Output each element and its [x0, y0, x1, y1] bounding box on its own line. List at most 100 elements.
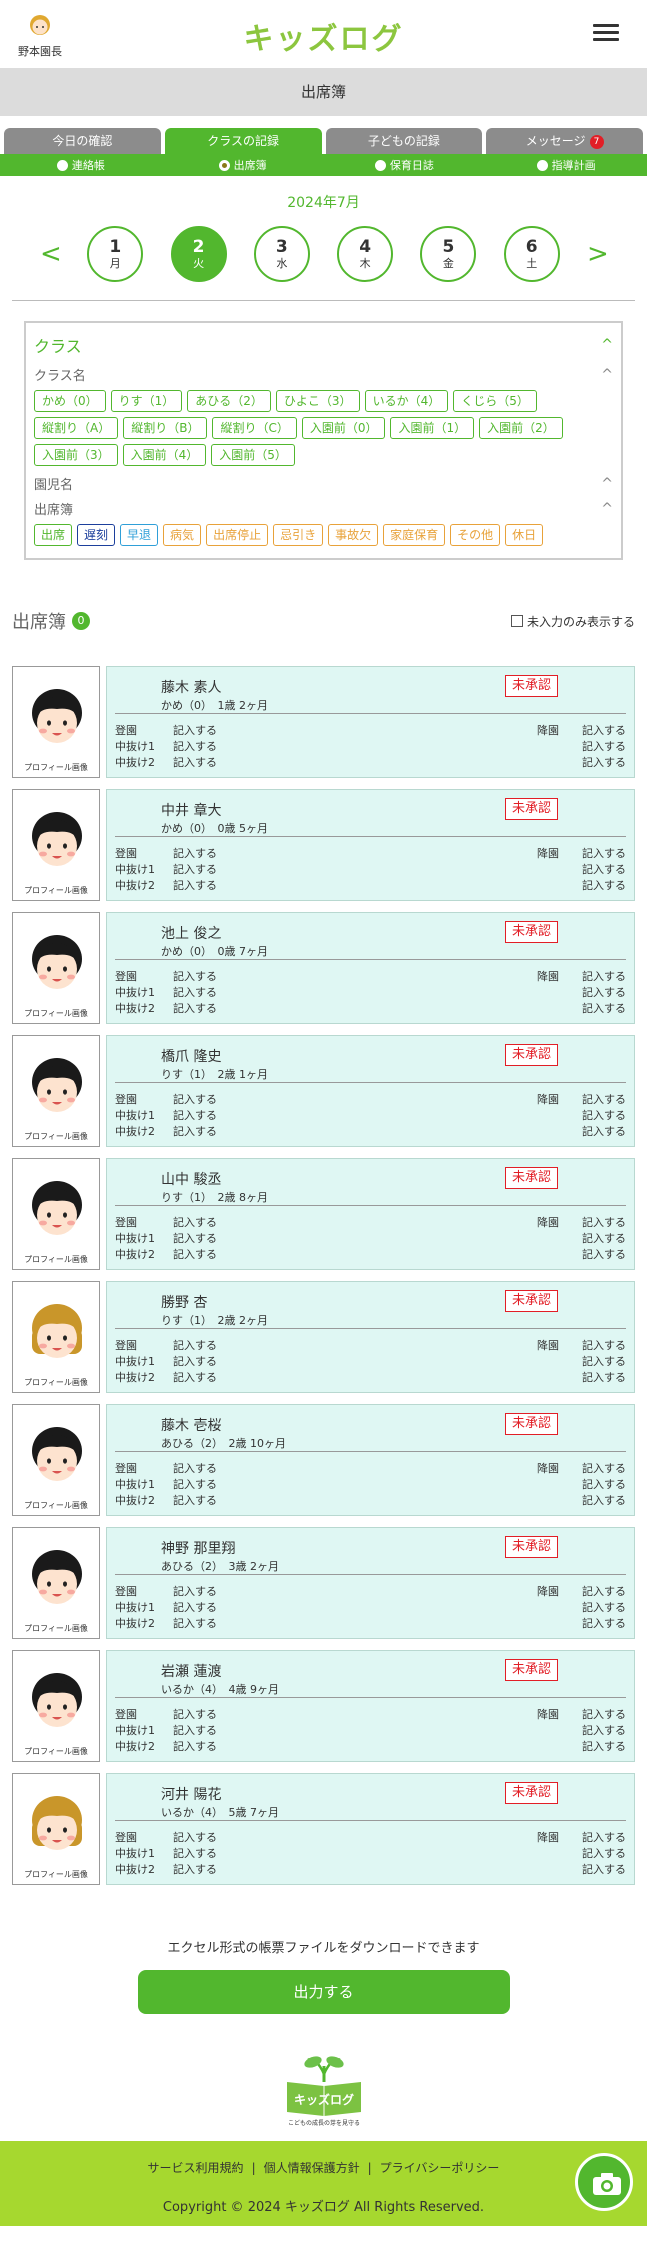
- out1-return-enter-link[interactable]: 記入する: [582, 1353, 626, 1369]
- out1-return-enter-link[interactable]: 記入する: [582, 1722, 626, 1738]
- class-chip[interactable]: 入園前（5）: [211, 444, 295, 466]
- class-chip[interactable]: 縦割り（A）: [34, 417, 119, 439]
- arrive-enter-link[interactable]: 記入する: [173, 968, 217, 984]
- class-chip[interactable]: あひる（2）: [187, 390, 271, 412]
- out2-enter-link[interactable]: 記入する: [173, 1615, 217, 1631]
- attendance-chip[interactable]: その他: [450, 524, 501, 546]
- class-chip[interactable]: 入園前（2）: [479, 417, 563, 439]
- unentered-only-toggle[interactable]: 未入力のみ表示する: [510, 613, 635, 630]
- out1-enter-link[interactable]: 記入する: [173, 738, 217, 754]
- chevron-up-icon[interactable]: ^: [601, 367, 613, 383]
- child-name[interactable]: 岩瀬 蓮渡: [161, 1661, 221, 1681]
- profile-photo[interactable]: プロフィール画像: [12, 666, 100, 778]
- attendance-chip[interactable]: 家庭保育: [383, 524, 446, 546]
- out2-return-enter-link[interactable]: 記入する: [582, 1738, 626, 1754]
- terms-link[interactable]: サービス利用規約: [148, 2161, 244, 2175]
- day-button[interactable]: 6土: [503, 226, 560, 282]
- child-name-section[interactable]: 園児名 ^: [34, 474, 613, 494]
- day-button[interactable]: 4木: [337, 226, 394, 282]
- class-chip[interactable]: いるか（4）: [364, 390, 449, 412]
- out1-enter-link[interactable]: 記入する: [173, 984, 217, 1000]
- out1-enter-link[interactable]: 記入する: [173, 1845, 217, 1861]
- out1-return-enter-link[interactable]: 記入する: [582, 738, 626, 754]
- profile-photo[interactable]: プロフィール画像: [12, 1404, 100, 1516]
- profile-photo[interactable]: プロフィール画像: [12, 1650, 100, 1762]
- status-badge[interactable]: 未承認: [504, 1413, 558, 1435]
- out2-enter-link[interactable]: 記入する: [173, 877, 217, 893]
- arrive-enter-link[interactable]: 記入する: [173, 1706, 217, 1722]
- status-badge[interactable]: 未承認: [504, 1044, 558, 1066]
- out1-return-enter-link[interactable]: 記入する: [582, 1845, 626, 1861]
- day-button[interactable]: 3水: [253, 226, 310, 282]
- arrive-enter-link[interactable]: 記入する: [173, 1091, 217, 1107]
- profile-photo[interactable]: プロフィール画像: [12, 912, 100, 1024]
- status-badge[interactable]: 未承認: [504, 1290, 558, 1312]
- child-name[interactable]: 勝野 杏: [161, 1292, 207, 1312]
- out2-return-enter-link[interactable]: 記入する: [582, 1000, 626, 1016]
- leave-enter-link[interactable]: 記入する: [582, 1460, 626, 1476]
- leave-enter-link[interactable]: 記入する: [582, 1583, 626, 1599]
- profile-photo[interactable]: プロフィール画像: [12, 1281, 100, 1393]
- attendance-chip[interactable]: 早退: [120, 524, 159, 546]
- profile-photo[interactable]: プロフィール画像: [12, 1527, 100, 1639]
- status-badge[interactable]: 未承認: [504, 1536, 558, 1558]
- out2-enter-link[interactable]: 記入する: [173, 1861, 217, 1877]
- status-badge[interactable]: 未承認: [504, 675, 558, 697]
- checkbox[interactable]: [510, 615, 523, 627]
- child-name[interactable]: 河井 陽花: [161, 1784, 221, 1804]
- tab-today[interactable]: 今日の確認: [4, 128, 161, 154]
- attendance-chip[interactable]: 出席停止: [206, 524, 269, 546]
- out1-return-enter-link[interactable]: 記入する: [582, 1599, 626, 1615]
- next-week-button[interactable]: >: [587, 239, 609, 269]
- arrive-enter-link[interactable]: 記入する: [173, 1583, 217, 1599]
- out2-return-enter-link[interactable]: 記入する: [582, 877, 626, 893]
- class-chip[interactable]: ひよこ（3）: [275, 390, 360, 412]
- out2-return-enter-link[interactable]: 記入する: [582, 1861, 626, 1877]
- leave-enter-link[interactable]: 記入する: [582, 845, 626, 861]
- day-button-selected[interactable]: 2火: [170, 226, 227, 282]
- leave-enter-link[interactable]: 記入する: [582, 1706, 626, 1722]
- out2-return-enter-link[interactable]: 記入する: [582, 754, 626, 770]
- class-chip[interactable]: りす（1）: [110, 390, 183, 412]
- child-name[interactable]: 藤木 素人: [161, 677, 221, 697]
- out2-enter-link[interactable]: 記入する: [173, 1492, 217, 1508]
- out1-enter-link[interactable]: 記入する: [173, 1353, 217, 1369]
- chevron-up-icon[interactable]: ^: [601, 337, 613, 353]
- leave-enter-link[interactable]: 記入する: [582, 722, 626, 738]
- child-name[interactable]: 藤木 壱桜: [161, 1415, 221, 1435]
- out1-return-enter-link[interactable]: 記入する: [582, 984, 626, 1000]
- out2-enter-link[interactable]: 記入する: [173, 1246, 217, 1262]
- out1-enter-link[interactable]: 記入する: [173, 1107, 217, 1123]
- privacy-info-link[interactable]: 個人情報保護方針: [264, 2161, 360, 2175]
- class-chip[interactable]: 縦割り（C）: [212, 417, 297, 439]
- child-name[interactable]: 神野 那里翔: [161, 1538, 235, 1558]
- subtab-daily-journal[interactable]: 保育日誌: [324, 157, 486, 173]
- arrive-enter-link[interactable]: 記入する: [173, 722, 217, 738]
- out2-enter-link[interactable]: 記入する: [173, 1123, 217, 1139]
- arrive-enter-link[interactable]: 記入する: [173, 1214, 217, 1230]
- status-badge[interactable]: 未承認: [504, 1782, 558, 1804]
- prev-week-button[interactable]: <: [40, 239, 62, 269]
- export-button[interactable]: 出力する: [137, 1970, 510, 2014]
- status-badge[interactable]: 未承認: [504, 921, 558, 943]
- child-name[interactable]: 池上 俊之: [161, 923, 221, 943]
- out2-return-enter-link[interactable]: 記入する: [582, 1492, 626, 1508]
- profile-photo[interactable]: プロフィール画像: [12, 1773, 100, 1885]
- out1-enter-link[interactable]: 記入する: [173, 861, 217, 877]
- child-name[interactable]: 中井 章大: [161, 800, 221, 820]
- out2-return-enter-link[interactable]: 記入する: [582, 1246, 626, 1262]
- tab-class-records[interactable]: クラスの記録: [164, 128, 322, 154]
- day-button[interactable]: 5金: [420, 226, 477, 282]
- out2-enter-link[interactable]: 記入する: [173, 1000, 217, 1016]
- tab-messages[interactable]: メッセージ 7: [486, 128, 643, 154]
- leave-enter-link[interactable]: 記入する: [582, 968, 626, 984]
- class-chip[interactable]: くじら（5）: [453, 390, 537, 412]
- tab-child-records[interactable]: 子どもの記録: [325, 128, 483, 154]
- profile-photo[interactable]: プロフィール画像: [12, 1035, 100, 1147]
- arrive-enter-link[interactable]: 記入する: [173, 1337, 217, 1353]
- profile-photo[interactable]: プロフィール画像: [12, 1158, 100, 1270]
- out1-enter-link[interactable]: 記入する: [173, 1599, 217, 1615]
- out1-return-enter-link[interactable]: 記入する: [582, 1476, 626, 1492]
- out2-return-enter-link[interactable]: 記入する: [582, 1615, 626, 1631]
- child-name[interactable]: 山中 駿丞: [161, 1169, 221, 1189]
